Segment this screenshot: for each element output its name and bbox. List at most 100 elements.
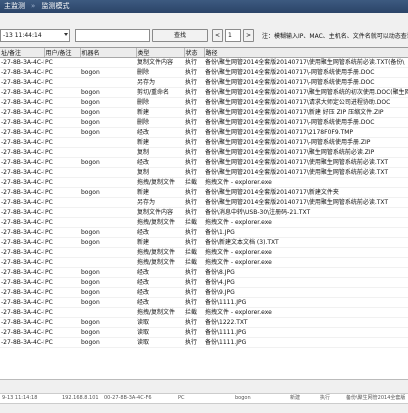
cell-path: 备份\1222.TXT <box>204 317 408 328</box>
cell-status: 拦截 <box>184 307 204 318</box>
selected-record[interactable]: 9-13 11:14:18 192.168.8.101 00-27-8B-3A-… <box>0 393 408 404</box>
cell-type: 经改 <box>136 267 184 278</box>
table-row[interactable]: -27-8B-3A-4C-F6PC 拖拽/复制文件拦截拖拽文件 - explore… <box>0 177 408 188</box>
cell-user: PC <box>44 77 80 88</box>
prev-page-button[interactable]: < <box>212 29 223 42</box>
table-row[interactable]: -27-8B-3A-4C-F6PC 复制文件内容执行备份\消息中转\USB-30\… <box>0 207 408 218</box>
cell-hostname: bogon <box>80 327 136 338</box>
cell-hostname: bogon <box>80 287 136 298</box>
cell-type: 删除 <box>136 117 184 128</box>
cell-address: -27-8B-3A-4C-F6 <box>0 177 44 188</box>
title-bar: 主监测 » 监测模式 <box>0 0 408 13</box>
table-row[interactable]: -27-8B-3A-4C-F6PCbogon读取执行备份\1111.JPG <box>0 337 408 348</box>
cell-path: 备份\聚生网管2014全套版20140717\请求大师定公司进程协助.DOC <box>204 97 408 108</box>
cell-type: 拖拽/复制文件 <box>136 307 184 318</box>
table-row[interactable]: -27-8B-3A-4C-F6PC 拖拽/复制文件拦截拖拽文件 - explore… <box>0 217 408 228</box>
cell-type: 复制 <box>136 147 184 158</box>
cell-path: 拖拽文件 - explorer.exe <box>204 307 408 318</box>
cell-status: 拦截 <box>184 217 204 228</box>
col-user[interactable]: 用户/备注 <box>44 48 81 58</box>
cell-type: 新建 <box>136 237 184 248</box>
table-row[interactable]: -27-8B-3A-4C-F6PCbogon经改执行备份\1111.JPG <box>0 297 408 308</box>
table-row[interactable]: -27-8B-3A-4C-F6PCbogon新建执行备份\聚生网管2014全套版… <box>0 187 408 198</box>
table-row[interactable]: -27-8B-3A-4C-F6PCbogon删除执行备份\聚生网管2014全套版… <box>0 67 408 78</box>
search-button[interactable]: 查找 <box>152 29 208 42</box>
cell-address: -27-8B-3A-4C-F6 <box>0 137 44 148</box>
table-row[interactable]: -27-8B-3A-4C-F6PC 复制执行备份\聚生网管2014全套版20140… <box>0 147 408 158</box>
cell-address: -27-8B-3A-4C-F6 <box>0 307 44 318</box>
table-row[interactable]: -27-8B-3A-4C-F6PCbogon经改执行备份\聚生网管2014全套版… <box>0 157 408 168</box>
cell-user: PC <box>44 187 80 198</box>
cell-type: 读取 <box>136 337 184 348</box>
cell-path: 备份\聚生网管2014全套版20140717\使用聚生网管系统前必读.TXT(备… <box>204 57 408 68</box>
cell-status: 执行 <box>184 267 204 278</box>
page-input[interactable]: 1 <box>225 29 241 42</box>
cell-path: 备份\聚生网管2014全套版20140717\-网管系统使用手册.DOC <box>204 77 408 88</box>
cell-hostname: bogon <box>80 87 136 98</box>
col-path[interactable]: 路径 <box>204 48 408 58</box>
table-row[interactable]: -27-8B-3A-4C-F6PC 另存为执行备份\聚生网管2014全套版2014… <box>0 197 408 208</box>
table-row[interactable]: -27-8B-3A-4C-F6PC 新建执行备份\聚生网管2014全套版20140… <box>0 137 408 148</box>
table-row[interactable]: -27-8B-3A-4C-F6PCbogon删除执行备份\聚生网管2014全套版… <box>0 117 408 128</box>
cell-path: 拖拽文件 - explorer.exe <box>204 247 408 258</box>
cell-type: 经改 <box>136 297 184 308</box>
cell-user: PC <box>44 257 80 268</box>
chevron-down-icon[interactable] <box>64 33 68 36</box>
cell-user: PC <box>44 237 80 248</box>
status-mac: 00-27-8B-3A-4C-F6 <box>104 395 152 401</box>
cell-hostname <box>80 147 136 158</box>
table-row[interactable]: -27-8B-3A-4C-F6PCbogon读取执行备份\1111.JPG <box>0 327 408 338</box>
search-input[interactable] <box>75 29 150 42</box>
status-user: PC <box>178 395 185 401</box>
table-row[interactable]: -27-8B-3A-4C-F6PCbogon经改执行备份\9.JPG <box>0 287 408 298</box>
cell-user: PC <box>44 227 80 238</box>
table-row[interactable]: -27-8B-3A-4C-F6PCbogon经改执行备份\4.JPG <box>0 277 408 288</box>
col-address[interactable]: 址/备注 <box>0 48 45 58</box>
cell-user: PC <box>44 107 80 118</box>
table-row[interactable]: -27-8B-3A-4C-F6PC 复制文件内容执行备份\聚生网管2014全套版2… <box>0 57 408 68</box>
cell-address: -27-8B-3A-4C-F6 <box>0 107 44 118</box>
status-path: 备份\聚生网管2014全套版 <box>346 395 406 401</box>
next-page-button[interactable]: > <box>243 29 254 42</box>
table-row[interactable]: -27-8B-3A-4C-F6PC 拖拽/复制文件拦截拖拽文件 - explore… <box>0 247 408 258</box>
cell-status: 执行 <box>184 117 204 128</box>
cell-address: -27-8B-3A-4C-F6 <box>0 77 44 88</box>
cell-hostname <box>80 177 136 188</box>
cell-address: -27-8B-3A-4C-F6 <box>0 117 44 128</box>
table-row[interactable]: -27-8B-3A-4C-F6PC 另存为执行备份\聚生网管2014全套版2014… <box>0 77 408 88</box>
cell-type: 经改 <box>136 157 184 168</box>
col-type[interactable]: 类型 <box>136 48 185 58</box>
cell-hostname <box>80 167 136 178</box>
date-picker[interactable]: -13 11:44:14 <box>0 29 70 42</box>
table-row[interactable]: -27-8B-3A-4C-F6PCbogon删除执行备份\聚生网管2014全套版… <box>0 97 408 108</box>
cell-hostname <box>80 247 136 258</box>
cell-path: 备份\消息中转\USB-30\注册码-21.TXT <box>204 207 408 218</box>
cell-path: 备份\聚生网管2014全套版20140717\使用聚生网管系统前必读.TXT <box>204 197 408 208</box>
table-row[interactable]: -27-8B-3A-4C-F6PCbogon读取执行备份\1222.TXT <box>0 317 408 328</box>
table-row[interactable]: -27-8B-3A-4C-F6PCbogon经改执行备份\聚生网管2014全套版… <box>0 127 408 138</box>
cell-hostname: bogon <box>80 277 136 288</box>
table-header: 址/备注 用户/备注 机器名 类型 状态 路径 <box>0 48 408 58</box>
cell-user: PC <box>44 247 80 258</box>
cell-path: 备份\新建文本文档 (3).TXT <box>204 237 408 248</box>
status-type: 新建 <box>290 395 301 401</box>
cell-path: 拖拽文件 - explorer.exe <box>204 257 408 268</box>
cell-address: -27-8B-3A-4C-F6 <box>0 277 44 288</box>
table-row[interactable]: -27-8B-3A-4C-F6PC 复制执行备份\聚生网管2014全套版20140… <box>0 167 408 178</box>
table-row[interactable]: -27-8B-3A-4C-F6PC 拖拽/复制文件拦截拖拽文件 - explore… <box>0 307 408 318</box>
table-row[interactable]: -27-8B-3A-4C-F6PCbogon新建执行备份\聚生网管2014全套版… <box>0 107 408 118</box>
col-status[interactable]: 状态 <box>184 48 205 58</box>
table-row[interactable]: -27-8B-3A-4C-F6PCbogon新建执行备份\新建文本文档 (3).… <box>0 237 408 248</box>
cell-hostname: bogon <box>80 267 136 278</box>
table-row[interactable]: -27-8B-3A-4C-F6PC 拖拽/复制文件拦截拖拽文件 - explore… <box>0 257 408 268</box>
cell-path: 备份\1111.JPG <box>204 327 408 338</box>
table-row[interactable]: -27-8B-3A-4C-F6PCbogon经改执行备份\8.JPG <box>0 267 408 278</box>
cell-hostname: bogon <box>80 227 136 238</box>
cell-type: 拖拽/复制文件 <box>136 247 184 258</box>
col-hostname[interactable]: 机器名 <box>80 48 137 58</box>
cell-user: PC <box>44 177 80 188</box>
cell-path: 备份\1111.JPG <box>204 337 408 348</box>
toolbar: -13 11:44:14 查找 < 1 > 注：模糊输入IP、MAC、主机名、文… <box>0 13 408 47</box>
table-row[interactable]: -27-8B-3A-4C-F6PCbogon经改执行备份\1.JPG <box>0 227 408 238</box>
table-row[interactable]: -27-8B-3A-4C-F6PCbogon剪切/重命名执行备份\聚生网管201… <box>0 87 408 98</box>
